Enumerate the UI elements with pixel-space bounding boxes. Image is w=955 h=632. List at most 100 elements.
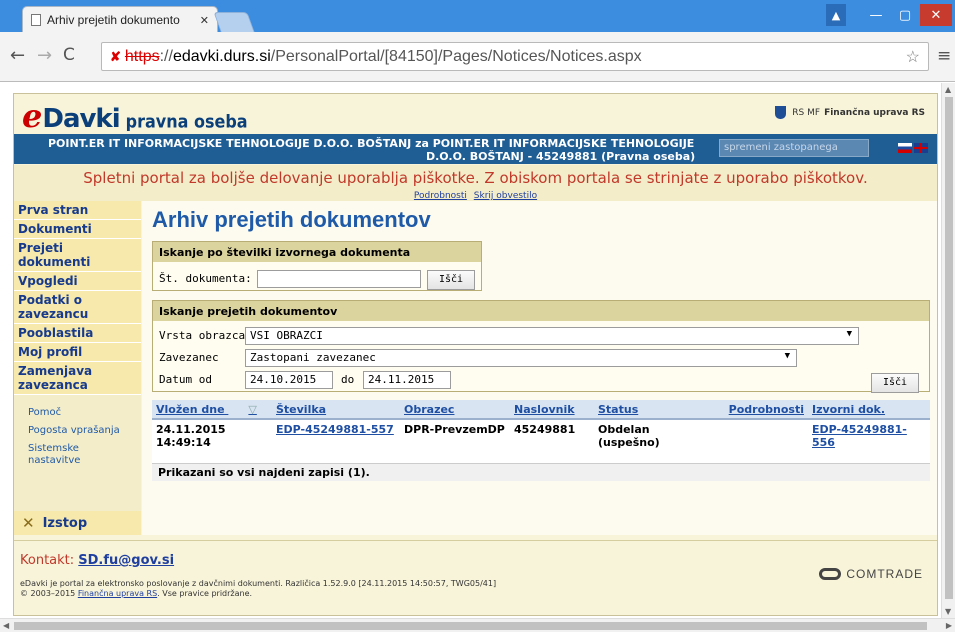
date-to-input[interactable]: 24.11.2015 xyxy=(363,371,451,389)
table-header-row: Vložen dne ▽ Številka Obrazec Naslovnik … xyxy=(152,400,930,420)
logo-subtitle: pravna oseba xyxy=(125,111,248,132)
cookie-hide-link[interactable]: Skrij obvestilo xyxy=(474,191,537,201)
rights-text: . Vse pravice pridržane. xyxy=(157,589,253,598)
forward-arrow-icon[interactable]: → xyxy=(37,45,52,66)
horizontal-scrollbar[interactable]: ◀ ▶ xyxy=(0,618,955,632)
sidebar-item-prejeti-dokumenti[interactable]: Prejeti dokumenti xyxy=(14,239,141,272)
cell-number-link[interactable]: EDP-45249881-557 xyxy=(272,419,400,463)
bookmark-star-icon[interactable]: ☆ xyxy=(906,47,920,67)
english-flag-icon[interactable] xyxy=(914,143,928,153)
search-received-button[interactable]: Išči xyxy=(871,373,919,393)
cell-recipient: 45249881 xyxy=(510,419,594,463)
form-type-label: Vrsta obrazca xyxy=(159,329,246,342)
menu-icon[interactable]: ≡ xyxy=(937,46,951,66)
cell-source-link[interactable]: EDP-45249881-556 xyxy=(808,419,930,463)
scroll-right-icon[interactable]: ▶ xyxy=(946,621,952,630)
search-received-panel: Iskanje prejetih dokumentov Vrsta obrazc… xyxy=(152,300,930,393)
form-type-select[interactable]: VSI OBRAZCI ▼ xyxy=(245,327,859,345)
date-from-input[interactable]: 24.10.2015 xyxy=(245,371,333,389)
sidebar-link-settings[interactable]: Sistemske nastavitve xyxy=(14,443,141,467)
table-row: 24.11.2015 14:49:14 EDP-45249881-557 DPR… xyxy=(152,419,930,463)
col-header-status[interactable]: Status xyxy=(594,400,712,420)
language-switcher xyxy=(898,143,928,153)
sidebar-link-faq[interactable]: Pogosta vprašanja xyxy=(14,425,141,437)
cell-details xyxy=(712,419,808,463)
col-header-details[interactable]: Podrobnosti xyxy=(712,400,808,420)
taxpayer-line-1: POINT.ER IT INFORMACIJSKE TEHNOLOGIJE D.… xyxy=(48,137,695,150)
page-footer: Kontakt: SD.fu@gov.si eDavki je portal z… xyxy=(14,540,937,615)
browser-titlebar: Arhiv prejetih dokumento ✕ ▲ — ▢ ✕ xyxy=(0,0,955,33)
col-header-recipient[interactable]: Naslovnik xyxy=(510,400,594,420)
col-header-form[interactable]: Obrazec xyxy=(400,400,510,420)
slovenian-flag-icon[interactable] xyxy=(898,143,912,153)
cookie-notice: Spletni portal za boljše delovanje upora… xyxy=(14,165,937,201)
search-number-button[interactable]: Išči xyxy=(427,270,475,290)
cell-date: 24.11.2015 14:49:14 xyxy=(152,419,272,463)
fu-link[interactable]: Finančna uprava RS xyxy=(78,589,157,598)
sidebar-link-pomoc[interactable]: Pomoč xyxy=(14,407,141,419)
copyright-years: © 2003–2015 xyxy=(20,589,76,598)
cookie-message: Spletni portal za boljše delovanje upora… xyxy=(83,169,868,187)
insecure-lock-icon[interactable]: ✘ xyxy=(110,49,121,65)
logout-label: Izstop xyxy=(42,515,88,531)
col-header-date[interactable]: Vložen dne ▽ xyxy=(152,400,272,420)
scroll-left-icon[interactable]: ◀ xyxy=(3,621,9,630)
address-bar[interactable]: ✘ https :// edavki.durs.si /PersonalPort… xyxy=(101,42,929,71)
scroll-up-icon[interactable]: ▲ xyxy=(945,85,951,94)
close-window-button[interactable]: ✕ xyxy=(920,4,952,26)
main-content: Arhiv prejetih dokumentov Iskanje po šte… xyxy=(142,201,937,535)
cell-status: Obdelan (uspešno) xyxy=(594,419,712,463)
page-title: Arhiv prejetih dokumentov xyxy=(152,207,431,232)
scroll-thumb[interactable] xyxy=(945,97,953,599)
new-tab-button[interactable] xyxy=(213,12,255,32)
panel-heading: Iskanje prejetih dokumentov xyxy=(153,301,929,321)
sidebar-item-prva-stran[interactable]: Prva stran xyxy=(14,201,141,220)
logo-name: Davki xyxy=(42,104,120,134)
url-host: edavki.durs.si xyxy=(172,47,271,65)
chevron-down-icon: ▼ xyxy=(846,329,852,339)
taxpayer-bar: POINT.ER IT INFORMACIJSKE TEHNOLOGIJE D.… xyxy=(14,134,937,164)
edavki-logo[interactable]: e Davki pravna oseba xyxy=(22,97,248,135)
date-to-label: do xyxy=(341,373,355,386)
col-header-number[interactable]: Številka xyxy=(272,400,400,420)
tab-title: Arhiv prejetih dokumento xyxy=(47,13,180,27)
scroll-thumb[interactable] xyxy=(14,622,927,630)
browser-tab[interactable]: Arhiv prejetih dokumento ✕ xyxy=(22,6,218,33)
cookie-details-link[interactable]: Podrobnosti xyxy=(414,191,467,201)
change-representative-input[interactable]: spremeni zastopanega xyxy=(719,139,869,157)
col-header-source[interactable]: Izvorni dok. xyxy=(808,400,930,420)
contact-line: Kontakt: SD.fu@gov.si xyxy=(20,553,174,568)
document-number-input[interactable] xyxy=(257,270,421,288)
reload-icon[interactable]: C xyxy=(63,45,75,65)
scroll-down-icon[interactable]: ▼ xyxy=(945,607,951,616)
sidebar-item-dokumenti[interactable]: Dokumenti xyxy=(14,220,141,239)
url-scheme: https xyxy=(124,47,160,65)
taxpayer-select[interactable]: Zastopani zavezanec ▼ xyxy=(245,349,797,367)
maximize-button[interactable]: ▢ xyxy=(895,4,915,26)
sidebar-item-pooblastila[interactable]: Pooblastila xyxy=(14,324,141,343)
sidebar-item-zamenjava-zavezanca[interactable]: Zamenjava zavezanca xyxy=(14,362,141,395)
panel-heading: Iskanje po številki izvornega dokumenta xyxy=(153,242,481,262)
version-info: eDavki je portal za elektronsko poslovan… xyxy=(20,579,497,588)
document-number-label: Št. dokumenta: xyxy=(159,272,252,285)
taxpayer-value: Zastopani zavezanec xyxy=(250,351,376,364)
footer-info: eDavki je portal za elektronsko poslovan… xyxy=(20,579,496,599)
user-icon[interactable]: ▲ xyxy=(826,4,846,26)
vendor-name: COMTRADE xyxy=(846,567,923,581)
sidebar-nav: Prva stran Dokumenti Prejeti dokumenti V… xyxy=(14,201,141,535)
page-viewport: e Davki pravna oseba RS MF Finančna upra… xyxy=(0,83,955,632)
sidebar-item-moj-profil[interactable]: Moj profil xyxy=(14,343,141,362)
vertical-scrollbar[interactable]: ▲ ▼ xyxy=(941,83,955,618)
sidebar-item-podatki-o-zavezancu[interactable]: Podatki o zavezancu xyxy=(14,291,141,324)
logo-e: e xyxy=(22,97,43,135)
logout-button[interactable]: ✕ Izstop xyxy=(14,511,141,535)
close-icon[interactable]: ✕ xyxy=(200,14,209,27)
exit-icon: ✕ xyxy=(22,514,35,532)
minimize-button[interactable]: — xyxy=(866,4,886,26)
form-type-value: VSI OBRAZCI xyxy=(250,329,323,342)
comtrade-icon xyxy=(819,568,842,580)
url-path: /PersonalPortal/[84150]/Pages/Notices/No… xyxy=(270,47,642,65)
contact-email-link[interactable]: SD.fu@gov.si xyxy=(78,553,174,568)
sidebar-item-vpogledi[interactable]: Vpogledi xyxy=(14,272,141,291)
back-arrow-icon[interactable]: ← xyxy=(10,45,25,66)
